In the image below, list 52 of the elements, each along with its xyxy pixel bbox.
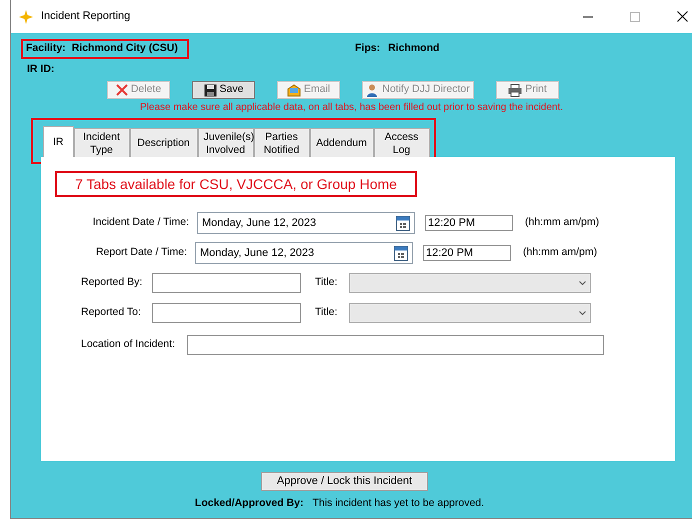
tab[interactable]: Access Log — [374, 128, 430, 159]
format-hint: (hh:mm am/pm) — [525, 215, 600, 230]
fips-label: Fips: — [355, 41, 380, 56]
text-field[interactable] — [152, 273, 301, 293]
date-picker[interactable]: Monday, June 12, 2023 — [197, 212, 415, 234]
date-value: Monday, June 12, 2023 — [200, 246, 314, 261]
envelope-icon — [286, 84, 301, 96]
warning-message: Please make sure all applicable data, on all tabs, has been filled out prior to saving the incident. — [140, 101, 564, 115]
date-value: Monday, June 12, 2023 — [202, 216, 316, 231]
time-field[interactable]: 12:20 PM — [425, 215, 513, 231]
chevron-down-icon — [579, 280, 586, 286]
text-field[interactable] — [187, 335, 604, 355]
tab[interactable]: Addendum — [310, 128, 374, 159]
fips-value: Richmond — [388, 41, 440, 56]
maximize-icon[interactable] — [630, 12, 640, 22]
chevron-down-icon — [579, 310, 586, 316]
tab[interactable]: Juvenile(s) Involved — [198, 128, 254, 159]
time-field[interactable]: 12:20 PM — [423, 245, 511, 261]
field-label: Title: — [315, 275, 338, 290]
tab[interactable]: Description — [130, 128, 198, 159]
field-label: Reported By: — [81, 275, 144, 290]
field-label: Reported To: — [81, 305, 142, 320]
close-icon — [116, 84, 128, 96]
dropdown[interactable] — [349, 303, 591, 323]
star-icon — [19, 10, 33, 24]
text-field[interactable] — [152, 303, 301, 323]
time-value: 12:20 PM — [426, 246, 474, 261]
field-label: Title: — [315, 305, 338, 320]
facility-value: Richmond City (CSU) — [72, 41, 178, 56]
format-hint: (hh:mm am/pm) — [523, 245, 598, 260]
calendar-icon[interactable] — [396, 216, 410, 230]
tab[interactable]: IR — [43, 126, 74, 159]
ir-id-label: IR ID: — [27, 62, 54, 78]
tab[interactable]: Incident Type — [74, 128, 130, 159]
approve-button[interactable]: Approve / Lock this Incident — [261, 472, 428, 491]
date-picker[interactable]: Monday, June 12, 2023 — [195, 242, 413, 264]
facility-label: Facility: — [26, 41, 66, 56]
printer-icon — [508, 84, 522, 96]
field-label: Location of Incident: — [81, 337, 176, 352]
save-button[interactable]: Save — [192, 81, 255, 99]
dropdown[interactable] — [349, 273, 591, 293]
field-label: Incident Date / Time: — [92, 215, 190, 230]
time-value: 12:20 PM — [428, 216, 476, 231]
annotation-text: 7 Tabs available for CSU, VJCCCA, or Group Home — [75, 174, 397, 194]
window-title: Incident Reporting — [41, 9, 130, 24]
person-icon — [366, 84, 380, 96]
locked-label: Locked/Approved By: — [194, 496, 304, 511]
field-label: Report Date / Time: — [94, 245, 188, 260]
calendar-icon[interactable] — [394, 246, 408, 260]
close-icon[interactable] — [677, 11, 688, 22]
tab[interactable]: Parties Notified — [254, 128, 310, 159]
locked-value: This incident has yet to be approved. — [312, 496, 484, 511]
